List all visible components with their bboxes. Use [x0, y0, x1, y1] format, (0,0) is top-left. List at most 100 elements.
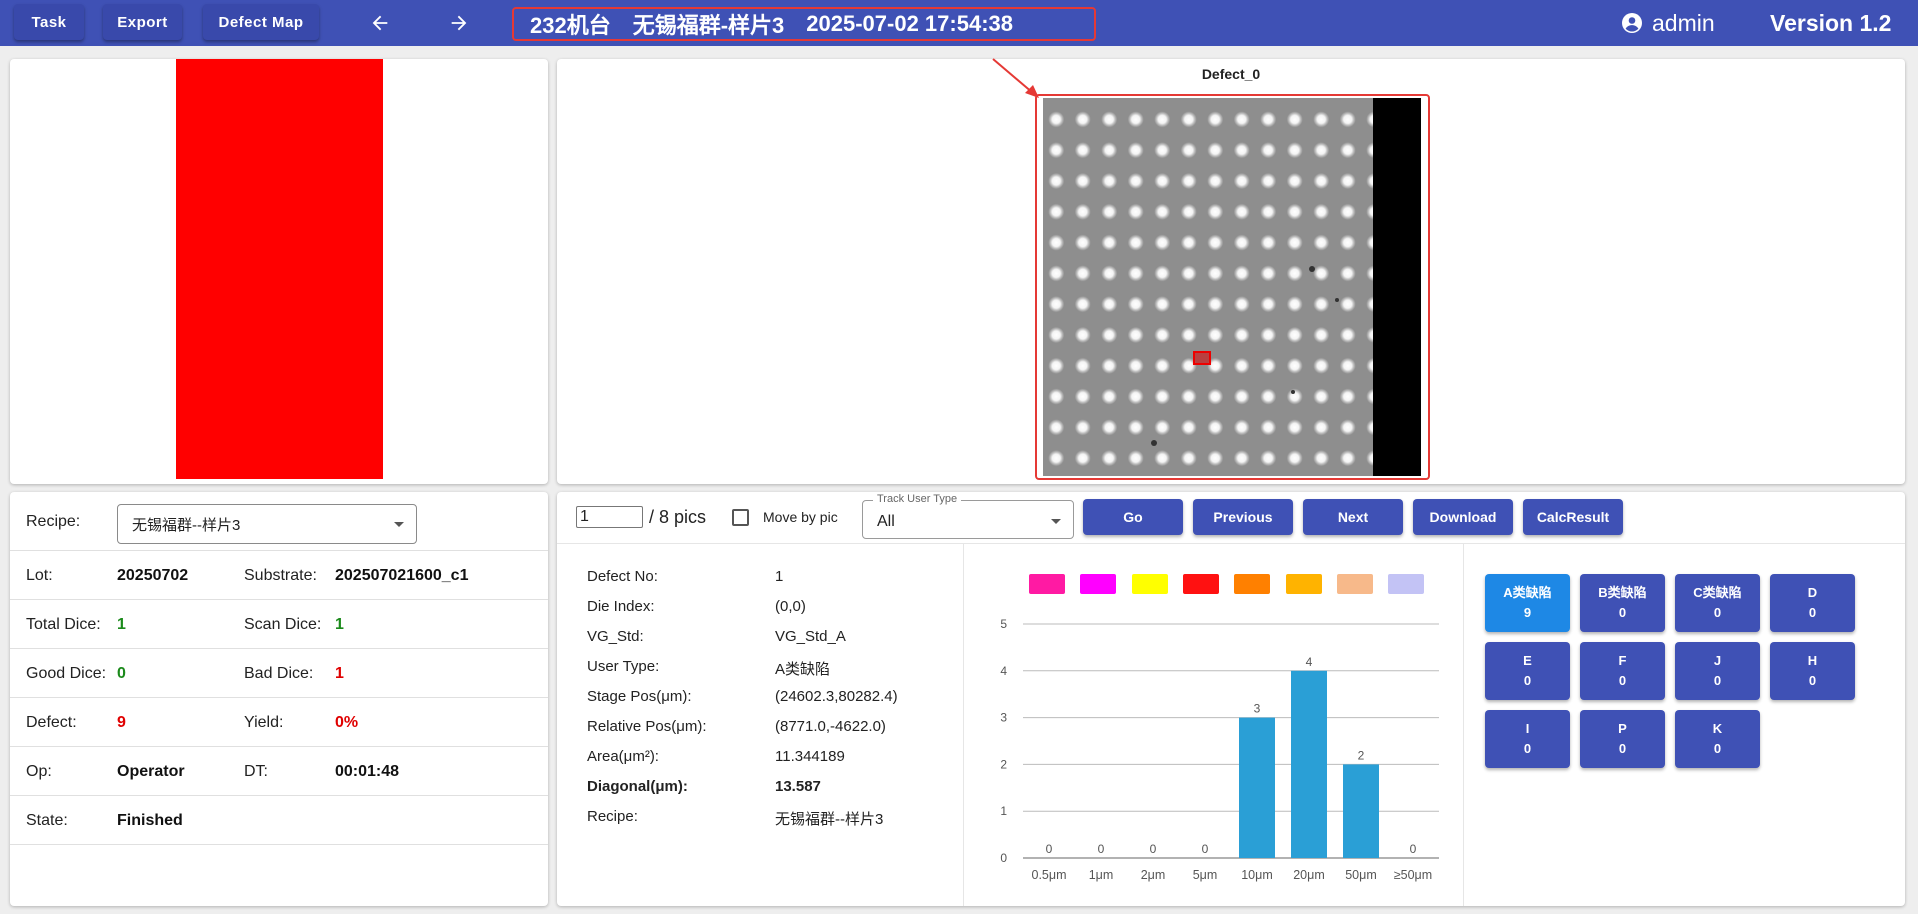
back-arrow-icon[interactable] [360, 8, 400, 38]
detail-value: (8771.0,-4622.0) [775, 718, 886, 735]
category-name: A类缺陷 [1503, 585, 1552, 600]
detail-value: (0,0) [775, 598, 806, 615]
op-label: Op: [26, 762, 52, 780]
track-user-type-select[interactable]: Track User Type All [862, 493, 1074, 539]
dice-row: Total Dice: 1 Scan Dice: 1 [10, 600, 548, 649]
bar [1343, 764, 1379, 858]
detail-row: Die Index: (0,0) [587, 598, 927, 628]
category-name: I [1525, 721, 1530, 736]
detail-key: Recipe: [587, 808, 638, 825]
export-button[interactable]: Export [103, 4, 182, 40]
defect-image-title: Defect_0 [1201, 66, 1261, 82]
move-by-pic-checkbox[interactable] [732, 509, 749, 526]
detail-row: Relative Pos(μm): (8771.0,-4622.0) [587, 718, 927, 748]
category-button[interactable]: J0 [1675, 642, 1760, 700]
detail-key: Die Index: [587, 598, 655, 615]
lot-label: Lot: [26, 566, 53, 584]
state-value: Finished [117, 811, 183, 829]
category-count: 0 [1713, 605, 1722, 620]
category-name: K [1712, 721, 1723, 736]
good-dice-label: Good Dice: [26, 664, 107, 682]
scan-dice-value: 1 [335, 615, 344, 633]
scan-info-panel: Recipe: 无锡福群--样片3 Lot: 20250702 Substrat… [10, 492, 548, 906]
task-button[interactable]: Task [14, 4, 84, 40]
die-map-cell[interactable] [176, 59, 383, 479]
category-button[interactable]: B类缺陷 0 [1580, 574, 1665, 632]
category-button[interactable]: K0 [1675, 710, 1760, 768]
category-name: P [1618, 721, 1627, 736]
detail-value: A类缺陷 [775, 661, 831, 678]
good-dice-value: 0 [117, 664, 126, 682]
x-tick-label: 2μm [1141, 868, 1166, 882]
lot-value: 20250702 [117, 566, 189, 584]
forward-arrow-icon[interactable] [439, 8, 479, 38]
data-label: 2 [1358, 748, 1365, 762]
data-label: 0 [1150, 842, 1157, 856]
calc-result-button[interactable]: CalcResult [1523, 499, 1623, 535]
go-button[interactable]: Go [1083, 499, 1183, 535]
detail-row: Recipe: 无锡福群--样片3 [587, 808, 927, 838]
recipe-select-value: 无锡福群--样片3 [132, 516, 241, 534]
machine-name: 232机台 [530, 13, 611, 38]
category-button[interactable]: H0 [1770, 642, 1855, 700]
detail-value: 无锡福群--样片3 [775, 811, 884, 828]
y-tick-label: 3 [1000, 711, 1007, 725]
category-button[interactable]: A类缺陷 9 [1485, 574, 1570, 632]
data-label: 3 [1254, 702, 1261, 716]
category-count: 0 [1523, 741, 1532, 756]
total-dice-value: 1 [117, 615, 126, 633]
defect-label: Defect: [26, 713, 77, 731]
page-number-input[interactable]: 1 [576, 506, 643, 528]
defect-count-value: 9 [117, 713, 126, 731]
detail-row: User Type: A类缺陷 [587, 658, 927, 688]
next-button[interactable]: Next [1303, 499, 1403, 535]
detail-key: Stage Pos(μm): [587, 688, 692, 705]
category-button[interactable]: I0 [1485, 710, 1570, 768]
dt-value: 00:01:48 [335, 762, 400, 780]
category-button[interactable]: C类缺陷 0 [1675, 574, 1760, 632]
y-tick-label: 4 [1000, 664, 1007, 678]
defect-image[interactable] [1043, 98, 1373, 476]
image-edge-region [1373, 98, 1421, 476]
move-by-pic-label: Move by pic [763, 509, 838, 525]
category-button[interactable]: D0 [1770, 574, 1855, 632]
x-tick-label: 5μm [1193, 868, 1218, 882]
detail-value: (24602.3,80282.4) [775, 688, 898, 705]
chevron-down-icon [1051, 519, 1061, 524]
detail-key: VG_Std: [587, 628, 644, 645]
recipe-select[interactable]: 无锡福群--样片3 [117, 504, 417, 544]
defect-marker [1193, 351, 1211, 365]
previous-button[interactable]: Previous [1193, 499, 1293, 535]
defect-size-chart: 0 1 2 3 4 5 0 0.5μm 0 1μm 0 2μm 0 5μm 3 10μm 4 20μm 2 50μm 0… [1000, 617, 1439, 882]
category-name: J [1713, 653, 1722, 668]
y-tick-label: 5 [1000, 617, 1007, 631]
detail-key: Diagonal(μm): [587, 778, 688, 795]
bar [1239, 717, 1275, 858]
username: admin [1652, 9, 1715, 36]
x-tick-label: 20μm [1293, 868, 1325, 882]
category-count: 0 [1618, 605, 1627, 620]
category-name: E [1523, 653, 1532, 668]
category-button[interactable]: E0 [1485, 642, 1570, 700]
state-row: State: Finished [10, 796, 548, 845]
detail-row: Stage Pos(μm): (24602.3,80282.4) [587, 688, 927, 718]
data-label: 0 [1098, 842, 1105, 856]
category-name: F [1618, 653, 1627, 668]
bad-dice-value: 1 [335, 664, 344, 682]
category-button[interactable]: P0 [1580, 710, 1665, 768]
defect-map-button[interactable]: Defect Map [203, 4, 319, 40]
y-tick-label: 0 [1000, 851, 1007, 865]
detail-row: VG_Std: VG_Std_A [587, 628, 927, 658]
category-count: 0 [1713, 673, 1722, 688]
recipe-row: Recipe: 无锡福群--样片3 [10, 492, 548, 551]
user-menu[interactable]: admin [1620, 8, 1715, 38]
account-circle-icon [1622, 13, 1642, 33]
pointer-arrow-icon [992, 58, 1039, 98]
category-button[interactable]: F0 [1580, 642, 1665, 700]
download-button[interactable]: Download [1413, 499, 1513, 535]
defect-image-frame [1035, 94, 1430, 480]
x-tick-label: 1μm [1089, 868, 1114, 882]
headline: 232机台 无锡福群-样片3 2025-07-02 17:54:38 [512, 7, 1096, 41]
detail-value: 13.587 [775, 778, 821, 795]
pager-toolbar: 1 / 8 pics Move by pic Track User Type A… [557, 492, 1905, 544]
